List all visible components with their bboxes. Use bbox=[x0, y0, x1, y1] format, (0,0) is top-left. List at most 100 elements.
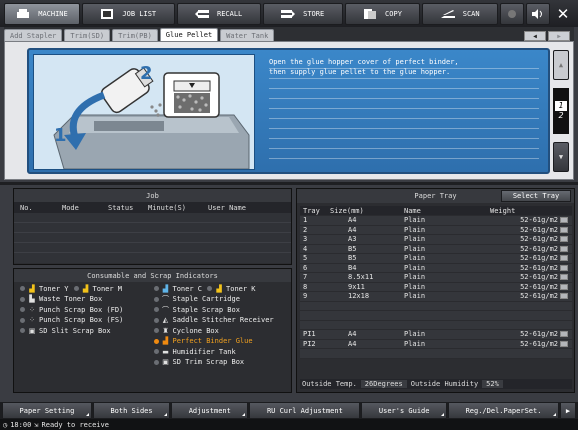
paper-weight: 52-61g/m2 bbox=[520, 254, 558, 263]
both-sides-button[interactable]: Both Sides bbox=[92, 402, 171, 419]
tab-scroll-right-icon[interactable]: ▶ bbox=[548, 31, 570, 41]
punch-scrap-box-icon: ⁘ bbox=[29, 305, 35, 314]
tab-water-tank[interactable]: Water Tank bbox=[220, 29, 275, 41]
paper-level-swatch bbox=[560, 293, 568, 300]
waste-toner-box-label: Waste Toner Box bbox=[39, 295, 103, 304]
job-row[interactable] bbox=[14, 243, 291, 253]
tray-row[interactable]: 3 A3 Plain 52-61g/m2 bbox=[300, 235, 572, 245]
submenu-corner-icon bbox=[85, 413, 89, 416]
tray-level-indicator bbox=[558, 331, 568, 338]
tray-number: 6 bbox=[303, 263, 308, 272]
status-dot bbox=[153, 286, 159, 292]
table-row-empty bbox=[300, 301, 572, 311]
tray-row[interactable]: 9 12x18 Plain 52-61g/m2 bbox=[300, 292, 572, 302]
tray-row[interactable]: 8 9x11 Plain 52-61g/m2 bbox=[300, 282, 572, 292]
paper-name: Plain bbox=[404, 235, 426, 244]
paper-level-swatch bbox=[560, 217, 568, 224]
punch-scrap-fd-label: Punch Scrap Box (FD) bbox=[39, 305, 124, 314]
cyclone-box-label: Cyclone Box bbox=[172, 326, 219, 335]
tray-row[interactable]: 6 B4 Plain 52-61g/m2 bbox=[300, 263, 572, 273]
toner-c-k-row: ▟ Toner C ▟ Toner K bbox=[153, 284, 288, 294]
toner-y-label: Toner Y bbox=[39, 284, 69, 293]
power-save-icon bbox=[505, 9, 519, 20]
tray-number: 3 bbox=[303, 235, 308, 244]
paper-weight: 52-61g/m2 bbox=[520, 273, 558, 282]
paper-weight: 52-61g/m2 bbox=[520, 263, 558, 272]
paper-level-swatch bbox=[560, 255, 568, 262]
tray-row[interactable]: 5 B5 Plain 52-61g/m2 bbox=[300, 254, 572, 264]
page-down-button[interactable]: ▼ bbox=[553, 142, 569, 172]
tray-row[interactable]: 4 B5 Plain 52-61g/m2 bbox=[300, 244, 572, 254]
close-icon[interactable]: ✕ bbox=[552, 3, 574, 25]
scan-icon bbox=[440, 9, 455, 20]
glue-hopper-illustration: 1 2 bbox=[33, 54, 255, 170]
job-row[interactable] bbox=[14, 213, 291, 223]
status-dot bbox=[20, 296, 25, 302]
tray-row[interactable]: 7 8.5x11 Plain 52-61g/m2 bbox=[300, 273, 572, 283]
tab-glue-pellet[interactable]: Glue Pellet bbox=[159, 28, 219, 41]
table-row-empty bbox=[300, 320, 572, 330]
volume-button[interactable] bbox=[526, 3, 551, 25]
top-nav-bar: MACHINE JOB LIST RECALL STORE COPY SCAN … bbox=[0, 0, 578, 27]
tab-trim-pb[interactable]: Trim(PB) bbox=[112, 29, 158, 41]
cyclone-box-row: ♜ Cyclone Box bbox=[153, 326, 288, 336]
paper-weight: 52-61g/m2 bbox=[520, 282, 558, 291]
power-save-button[interactable] bbox=[500, 3, 525, 25]
tab-add-stapler[interactable]: Add Stapler bbox=[4, 29, 63, 41]
paper-name: Plain bbox=[404, 225, 426, 234]
col-no: No. bbox=[20, 203, 33, 212]
tray-level-indicator bbox=[558, 340, 568, 347]
sd-trim-scrap-row: ▣ SD Trim Scrap Box bbox=[153, 358, 288, 368]
paper-setting-button[interactable]: Paper Setting bbox=[2, 402, 92, 419]
store-button[interactable]: STORE bbox=[262, 3, 343, 25]
recall-label: RECALL bbox=[216, 10, 243, 18]
post-inserter-row[interactable]: PI2 A4 Plain 52-61g/m2 bbox=[300, 339, 572, 349]
page-up-button[interactable]: ▲ bbox=[553, 50, 569, 80]
col-user-name: User Name bbox=[208, 203, 246, 212]
tab-scroll-left-icon[interactable]: ◀ bbox=[524, 31, 546, 41]
paper-level-swatch bbox=[560, 264, 568, 271]
copy-button[interactable]: COPY bbox=[344, 3, 421, 25]
paper-name: Plain bbox=[404, 254, 426, 263]
job-row[interactable] bbox=[14, 233, 291, 243]
post-inserter-row[interactable]: PI1 A4 Plain 52-61g/m2 bbox=[300, 330, 572, 340]
job-row[interactable] bbox=[14, 253, 291, 263]
users-guide-button[interactable]: User's Guide bbox=[361, 402, 448, 419]
tray-row[interactable]: 2 A4 Plain 52-61g/m2 bbox=[300, 225, 572, 235]
waste-toner-box-row: ▙ Waste Toner Box bbox=[20, 295, 154, 305]
ru-curl-label: RU Curl Adjustment bbox=[266, 406, 343, 415]
paper-size: B5 bbox=[348, 254, 357, 263]
paper-name: Plain bbox=[404, 216, 426, 225]
paper-tray-title-bar: Paper Tray Select Tray bbox=[297, 189, 574, 203]
punch-scrap-fs-row: ⁘ Punch Scrap Box (FS) bbox=[20, 316, 154, 326]
paper-level-swatch bbox=[560, 283, 568, 290]
submenu-corner-icon bbox=[164, 413, 168, 416]
scan-button[interactable]: SCAN bbox=[422, 3, 499, 25]
paper-name: Plain bbox=[404, 263, 426, 272]
step-1-label: 1 bbox=[54, 125, 67, 146]
paper-name: Plain bbox=[404, 282, 426, 291]
post-inserter-rows: PI1 A4 Plain 52-61g/m2 PI2 A4 Plain 52-61g/m2 bbox=[300, 330, 572, 349]
status-time: 18:00 bbox=[10, 420, 32, 429]
ru-curl-adjustment-button[interactable]: RU Curl Adjustment bbox=[249, 402, 361, 419]
job-row[interactable] bbox=[14, 223, 291, 233]
col-name: Name bbox=[404, 206, 421, 215]
reg-del-paperset-button[interactable]: Reg./Del.PaperSet. bbox=[448, 402, 559, 419]
tray-level-indicator bbox=[558, 293, 568, 300]
more-functions-arrow-icon[interactable]: ▶ bbox=[559, 402, 576, 419]
paper-size: A3 bbox=[348, 235, 357, 244]
machine-button[interactable]: MACHINE bbox=[4, 3, 80, 25]
select-tray-button[interactable]: Select Tray bbox=[501, 190, 571, 202]
job-list-button[interactable]: JOB LIST bbox=[82, 3, 175, 25]
both-sides-label: Both Sides bbox=[110, 406, 153, 415]
machine-icon bbox=[16, 9, 30, 20]
current-page: 1 bbox=[555, 101, 567, 111]
toner-m-label: Toner M bbox=[92, 284, 123, 293]
tab-trim-sd[interactable]: Trim(SD) bbox=[64, 29, 111, 41]
toner-m-icon: ▟ bbox=[82, 284, 89, 293]
perfect-binder-glue-label: Perfect Binder Glue bbox=[172, 337, 253, 346]
tray-row[interactable]: 1 A4 Plain 52-61g/m2 bbox=[300, 216, 572, 226]
recall-button[interactable]: RECALL bbox=[176, 3, 261, 25]
toner-y-m-row: ▟ Toner Y ▟ Toner M bbox=[20, 284, 154, 294]
adjustment-button[interactable]: Adjustment bbox=[171, 402, 249, 419]
